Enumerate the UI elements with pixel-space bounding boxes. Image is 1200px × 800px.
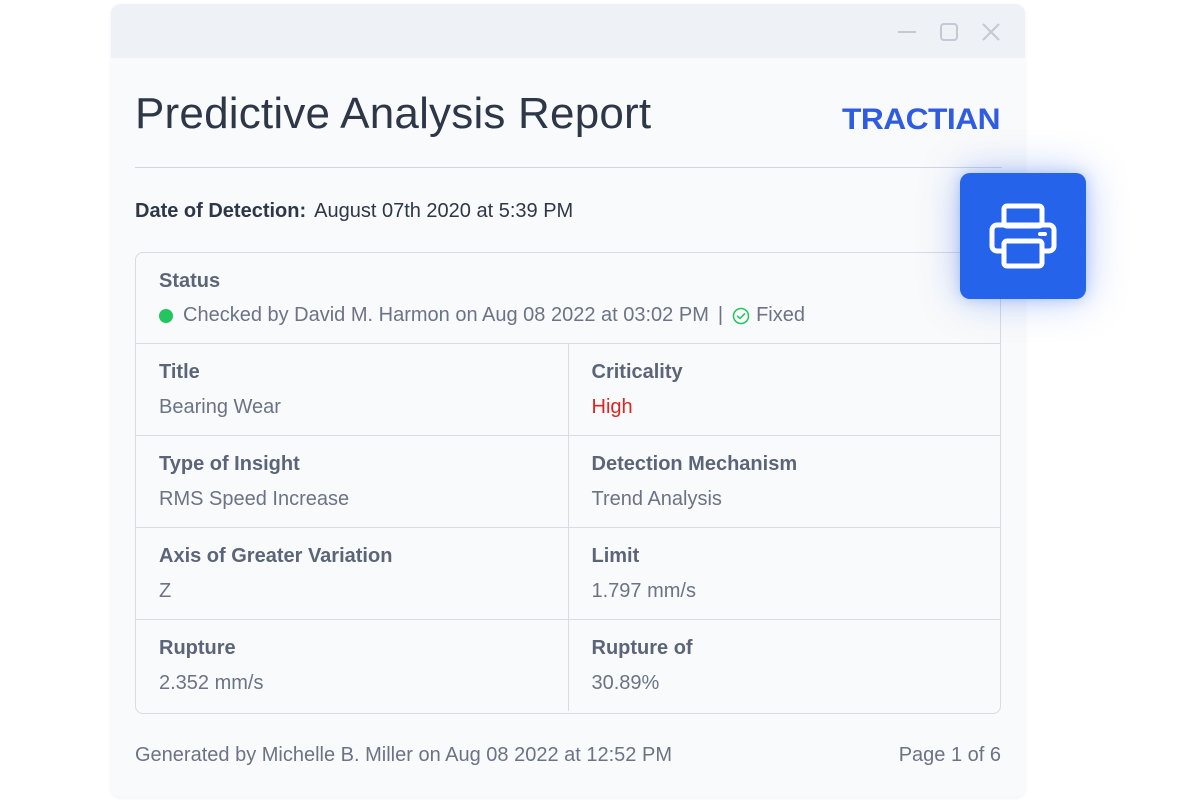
field-detection-mechanism: Detection Mechanism Trend Analysis xyxy=(567,436,1001,527)
status-line: Checked by David M. Harmon on Aug 08 202… xyxy=(159,304,805,327)
status-dot-icon xyxy=(159,308,173,323)
field-label: Rupture xyxy=(159,637,236,659)
field-value: RMS Speed Increase xyxy=(159,488,350,510)
maximize-icon[interactable] xyxy=(938,21,960,43)
field-axis-of-greater-variation: Axis of Greater Variation Z xyxy=(136,528,568,619)
page-indicator: Page 1 of 6 xyxy=(898,744,1001,766)
field-value: 2.352 mm/s xyxy=(159,672,264,694)
report-title: Predictive Analysis Report xyxy=(135,89,652,138)
status-label: Status xyxy=(159,270,221,292)
field-rupture-of: Rupture of 30.89% xyxy=(567,620,1001,711)
details-row: Axis of Greater Variation Z Limit 1.797 … xyxy=(136,528,1000,620)
status-checked-text: Checked by David M. Harmon on Aug 08 202… xyxy=(183,304,709,326)
field-value: Trend Analysis xyxy=(591,488,722,510)
field-label: Title xyxy=(159,361,200,383)
status-section: Status Checked by David M. Harmon on Aug… xyxy=(136,253,1000,344)
print-button[interactable] xyxy=(960,173,1086,299)
window-titlebar xyxy=(111,4,1025,58)
detection-date-value: August 07th 2020 at 5:39 PM xyxy=(314,200,574,222)
details-row: Rupture 2.352 mm/s Rupture of 30.89% xyxy=(136,620,1000,711)
report-details-card: Status Checked by David M. Harmon on Aug… xyxy=(135,252,1001,714)
field-type-of-insight: Type of Insight RMS Speed Increase xyxy=(136,436,568,527)
field-value: Bearing Wear xyxy=(159,396,281,418)
field-label: Limit xyxy=(591,545,640,567)
status-state: Fixed xyxy=(756,304,805,326)
field-label: Detection Mechanism xyxy=(591,453,798,475)
status-separator: | xyxy=(717,304,724,326)
field-label: Type of Insight xyxy=(159,453,300,475)
details-row: Title Bearing Wear Criticality High xyxy=(136,344,1000,436)
close-icon[interactable] xyxy=(980,21,1002,43)
generated-by-text: Generated by Michelle B. Miller on Aug 0… xyxy=(135,744,672,766)
check-circle-icon xyxy=(732,307,750,325)
details-row: Type of Insight RMS Speed Increase Detec… xyxy=(136,436,1000,528)
field-value: 1.797 mm/s xyxy=(591,580,696,602)
field-value: 30.89% xyxy=(591,672,660,694)
header-divider xyxy=(135,167,1002,168)
field-label: Criticality xyxy=(591,361,683,383)
field-limit: Limit 1.797 mm/s xyxy=(567,528,1001,619)
field-value: Z xyxy=(159,580,172,602)
field-rupture: Rupture 2.352 mm/s xyxy=(136,620,568,711)
minimize-icon[interactable] xyxy=(896,21,918,43)
svg-text:TRACTIAN: TRACTIAN xyxy=(842,103,1000,134)
tractian-logo: TRACTIAN xyxy=(842,103,1001,134)
field-label: Axis of Greater Variation xyxy=(159,545,393,567)
field-criticality: Criticality High xyxy=(567,344,1001,435)
criticality-value: High xyxy=(591,396,633,418)
printer-icon xyxy=(989,203,1057,269)
detection-date-label: Date of Detection: xyxy=(135,200,307,222)
detection-date: Date of Detection: August 07th 2020 at 5:… xyxy=(135,200,573,223)
field-title: Title Bearing Wear xyxy=(136,344,568,435)
field-label: Rupture of xyxy=(591,637,693,659)
report-window: Predictive Analysis Report TRACTIAN Date… xyxy=(111,4,1025,797)
